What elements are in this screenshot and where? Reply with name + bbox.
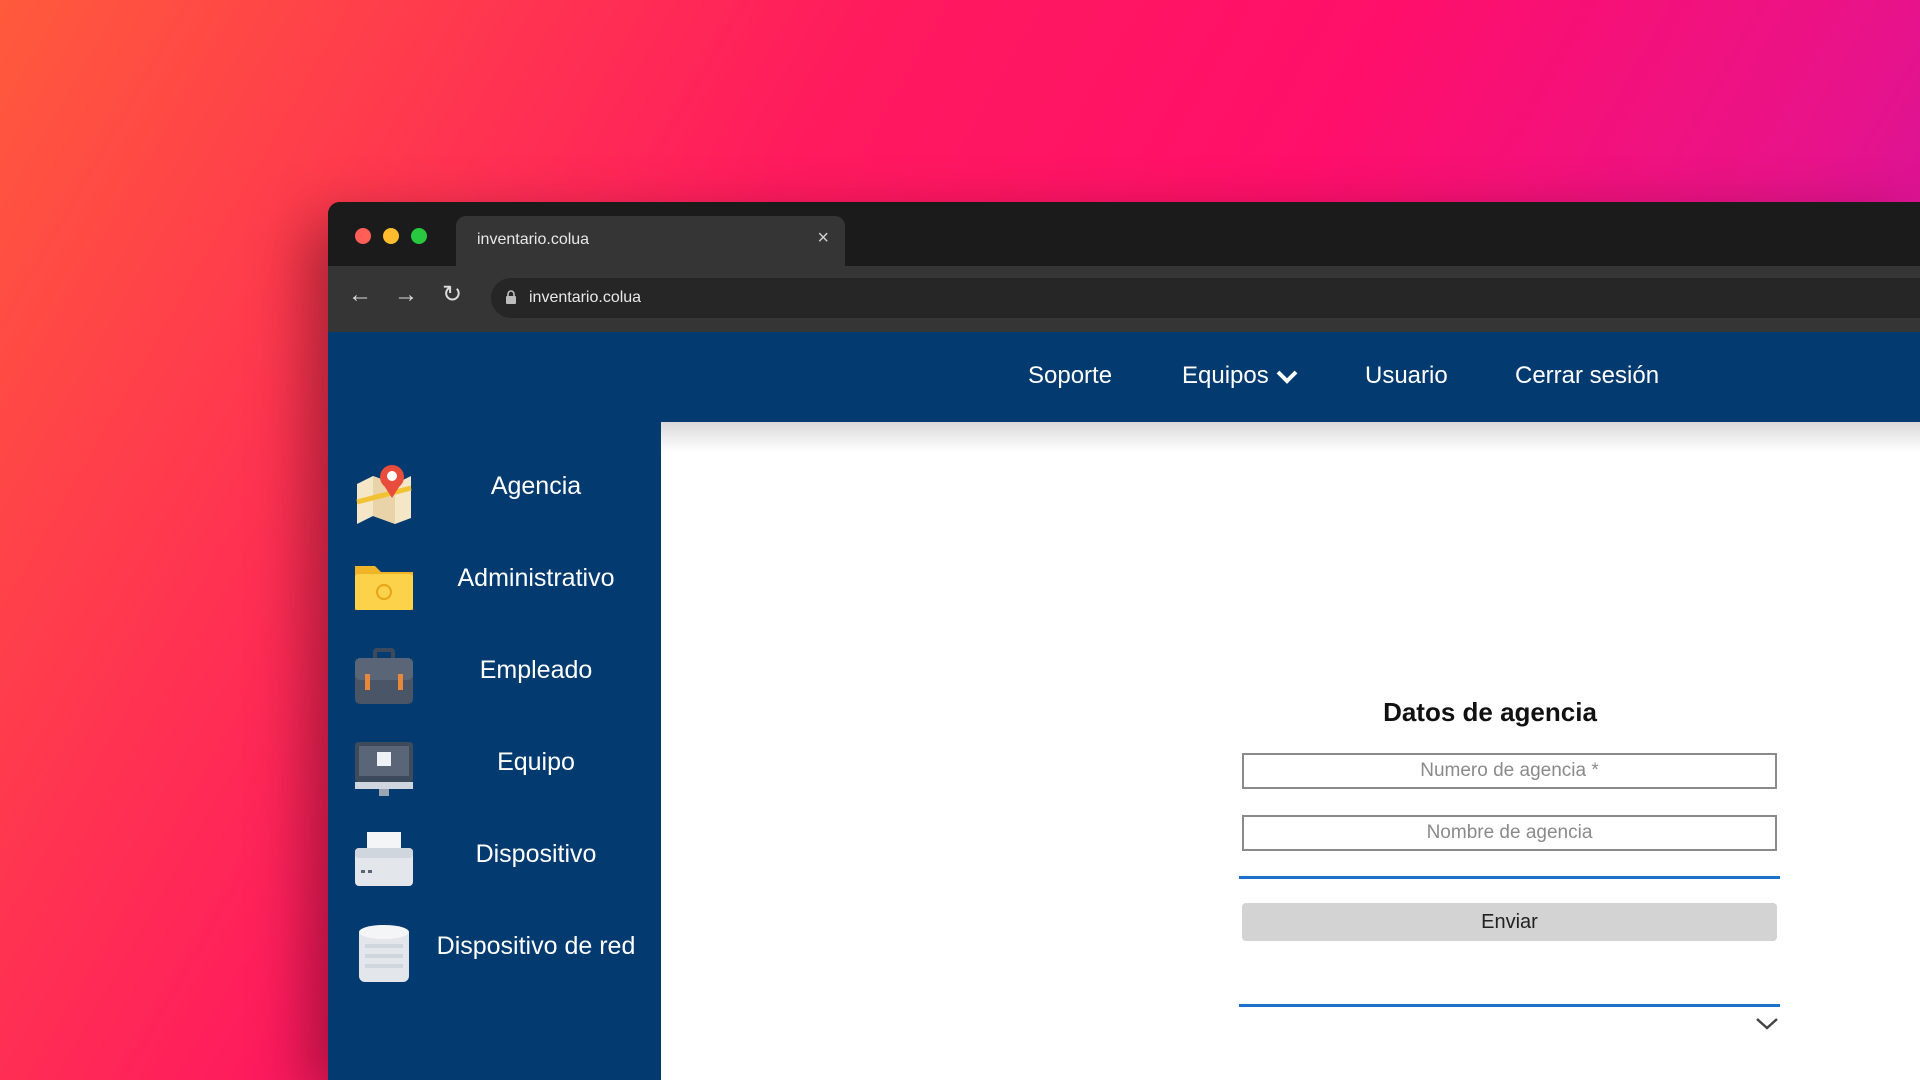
close-window-button[interactable] [355, 228, 371, 244]
sidebar-item-label: Agencia [490, 472, 582, 500]
enviar-button[interactable]: Enviar [1242, 903, 1777, 941]
nav-equipos[interactable]: Equipos [1182, 362, 1299, 390]
divider-line [1239, 1004, 1780, 1007]
forward-arrow-icon[interactable]: → [394, 283, 418, 307]
back-arrow-icon[interactable]: ← [348, 283, 372, 307]
printer-icon [355, 832, 413, 886]
sidebar-item-dispositivo-de-red[interactable]: Dispositivo de red [328, 912, 661, 992]
top-navigation: Soporte Equipos Usuario Cerrar sesión [328, 332, 1920, 422]
url-text: inventario.colua [529, 289, 642, 306]
sidebar-item-label: Dispositivo de red [436, 932, 636, 960]
form-title: Datos de agencia [1383, 697, 1597, 727]
sidebar-item-label: Administrativo [457, 564, 615, 592]
nav-soporte[interactable]: Soporte [1028, 362, 1112, 390]
sidebar-item-label: Equipo [497, 748, 575, 776]
sidebar-item-agencia[interactable]: Agencia [328, 452, 661, 532]
sidebar-item-label: Dispositivo [475, 840, 597, 868]
map-pin-icon [356, 465, 412, 524]
numero-agencia-input[interactable] [1242, 753, 1777, 789]
nav-equipos-label: Equipos [1182, 362, 1269, 389]
browser-toolbar: ← → ↻ inventario.colua [328, 266, 1920, 332]
sidebar-item-administrativo[interactable]: Administrativo [328, 544, 661, 624]
sidebar-item-dispositivo[interactable]: Dispositivo [328, 820, 661, 900]
sidebar-item-equipo[interactable]: Equipo [328, 728, 661, 808]
chevron-down-icon[interactable] [1754, 1015, 1780, 1033]
maximize-window-button[interactable] [411, 228, 427, 244]
browser-window: inventario.colua × ← → ↻ inventario.colu… [328, 202, 1920, 1080]
tab-close-icon[interactable]: × [817, 228, 829, 248]
sidebar-item-empleado[interactable]: Empleado [328, 636, 661, 716]
web-page: Soporte Equipos Usuario Cerrar sesión Ag… [328, 332, 1920, 1080]
briefcase-icon [355, 648, 413, 704]
sidebar-item-label: Empleado [479, 656, 593, 684]
nav-cerrar-sesion[interactable]: Cerrar sesión [1515, 362, 1659, 390]
server-icon [359, 925, 409, 982]
tab-bar: inventario.colua × [328, 202, 1920, 266]
tab-title: inventario.colua [477, 231, 590, 248]
sidebar: Agencia Administrativo Empleado Equipo D… [328, 422, 661, 1080]
nav-usuario[interactable]: Usuario [1365, 362, 1448, 390]
address-bar[interactable]: inventario.colua [491, 278, 1920, 318]
chevron-down-icon [1276, 370, 1298, 384]
minimize-window-button[interactable] [383, 228, 399, 244]
divider-line [1239, 876, 1780, 879]
folder-icon [355, 566, 413, 610]
nombre-agencia-input[interactable] [1242, 815, 1777, 851]
content-shadow [661, 422, 1920, 452]
monitor-icon [355, 742, 413, 796]
lock-icon [506, 290, 516, 304]
reload-icon[interactable]: ↻ [442, 283, 462, 307]
browser-tab[interactable]: inventario.colua × [456, 216, 845, 266]
